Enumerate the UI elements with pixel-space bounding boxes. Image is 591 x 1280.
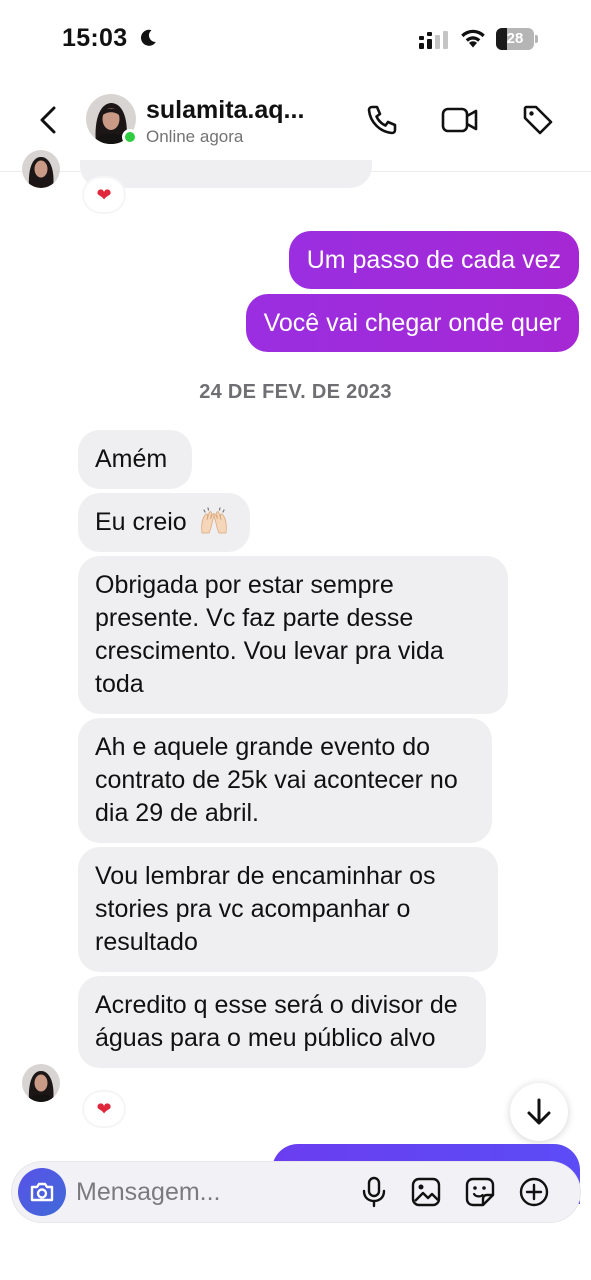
- received-message-bubble[interactable]: Ah e aquele grande evento do contrato de…: [78, 718, 492, 843]
- camera-icon: [30, 1182, 54, 1202]
- date-divider: 24 DE FEV. DE 2023: [199, 381, 392, 403]
- message-text: Obrigada por estar sempre presente. Vc f…: [95, 571, 444, 698]
- contact-name[interactable]: sulamita.aq...: [146, 96, 341, 125]
- message-composer: [12, 1162, 580, 1222]
- online-status-dot: [122, 129, 138, 145]
- gallery-icon[interactable]: [410, 1176, 442, 1208]
- heart-reaction-icon: ❤: [96, 185, 112, 205]
- camera-button[interactable]: [18, 1168, 66, 1216]
- sender-avatar[interactable]: [22, 1064, 60, 1102]
- chat-header: sulamita.aq... Online agora: [0, 80, 591, 172]
- received-message-bubble[interactable]: Amém: [78, 430, 192, 489]
- back-chevron-icon[interactable]: [34, 102, 64, 138]
- sender-avatar[interactable]: [22, 150, 60, 188]
- message-text: Amém: [95, 445, 168, 473]
- scroll-to-bottom-button[interactable]: [510, 1083, 568, 1141]
- contact-online-status: Online agora: [146, 127, 244, 146]
- battery-cap: [535, 35, 538, 43]
- message-text: Vou lembrar de encaminhar os stories pra…: [95, 862, 436, 956]
- message-text: Você vai chegar onde quer: [263, 309, 561, 337]
- sent-message-bubble[interactable]: Você vai chegar onde quer: [245, 294, 579, 352]
- received-message-bubble[interactable]: Eu creio: [78, 493, 250, 552]
- message-text: Ah e aquele grande evento do contrato de…: [95, 733, 458, 827]
- received-message-bubble[interactable]: Vou lembrar de encaminhar os stories pra…: [78, 847, 498, 972]
- sticker-icon[interactable]: [464, 1176, 496, 1208]
- microphone-icon[interactable]: [360, 1176, 388, 1208]
- raising-hands-emoji-icon: [200, 507, 227, 534]
- cellular-signal-icon: [419, 31, 448, 49]
- battery-body: 28: [496, 28, 534, 50]
- status-time: 15:03: [62, 24, 128, 52]
- contact-avatar[interactable]: [86, 94, 138, 145]
- battery-level: 28: [506, 30, 524, 47]
- message-text: Eu creio: [95, 508, 187, 536]
- sent-message-bubble[interactable]: Um passo de cada vez: [288, 231, 579, 289]
- status-bar: 15:03 28: [0, 0, 591, 80]
- received-message-bubble[interactable]: Acredito q esse será o divisor de águas …: [78, 976, 486, 1068]
- battery-indicator: 28: [496, 28, 538, 50]
- received-message-bubble[interactable]: Obrigada por estar sempre presente. Vc f…: [78, 556, 508, 714]
- arrow-down-icon: [527, 1098, 551, 1125]
- phone-call-icon[interactable]: [364, 102, 400, 138]
- message-bubble-partial[interactable]: [80, 160, 372, 188]
- tag-icon[interactable]: [520, 102, 556, 138]
- moon-icon: [140, 29, 156, 46]
- video-call-icon[interactable]: [440, 102, 480, 138]
- heart-reaction-icon: ❤: [96, 1099, 112, 1119]
- wifi-icon: [461, 29, 485, 48]
- plus-circle-icon[interactable]: [518, 1176, 550, 1208]
- heart-reaction[interactable]: ❤: [84, 178, 124, 212]
- message-text: Um passo de cada vez: [306, 246, 561, 274]
- heart-reaction[interactable]: ❤: [84, 1092, 124, 1126]
- message-text: Acredito q esse será o divisor de águas …: [95, 991, 458, 1052]
- message-input[interactable]: [76, 1172, 346, 1212]
